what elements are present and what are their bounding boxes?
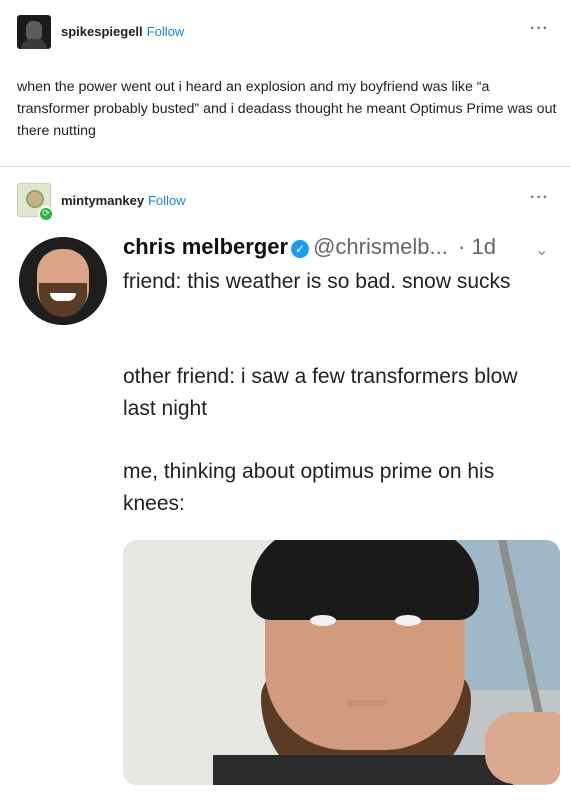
post-body-text: when the power went out i heard an explo… [17, 79, 557, 139]
post-spikespiegell: spikespiegell Follow ··· when the power w… [0, 0, 571, 166]
username[interactable]: mintymankey [61, 193, 144, 208]
photo-hat [251, 540, 479, 620]
photo-eye-right [395, 615, 421, 626]
reblog-icon: ⟳ [38, 206, 54, 222]
tweet-photo [123, 540, 560, 785]
avatar-smile [50, 293, 76, 301]
photo-eye-left [310, 615, 336, 626]
photo-mouth [346, 700, 386, 706]
follow-button[interactable]: Follow [147, 24, 185, 39]
tweet-header: chris melberger ✓ @chrismelb... · 1d [123, 234, 496, 260]
photo-shirt [213, 755, 513, 785]
tweet-avatar [19, 237, 107, 325]
tweet-line-1: friend: this weather is so bad. snow suc… [123, 270, 511, 293]
more-options-icon[interactable]: ··· [530, 20, 549, 38]
tweet-line-2: other friend: i saw a few transformers b… [123, 365, 518, 420]
tweet-author-name: chris melberger [123, 234, 289, 259]
tweet-timestamp: · 1d [458, 234, 496, 259]
follow-button[interactable]: Follow [148, 193, 186, 208]
verified-badge-icon: ✓ [291, 240, 310, 258]
avatar-face [26, 21, 42, 41]
avatar-body [21, 39, 47, 49]
avatar-spikespiegell[interactable] [17, 15, 51, 49]
avatar-image [26, 190, 44, 208]
username[interactable]: spikespiegell [61, 24, 143, 39]
photo-hand [485, 712, 560, 784]
tweet-line-3: me, thinking about optimus prime on his … [123, 460, 495, 515]
post-header: mintymankey Follow [61, 193, 186, 208]
chevron-down-icon: ⌄ [535, 240, 549, 259]
more-options-icon[interactable]: ··· [530, 189, 549, 207]
tweet-handle: @chrismelb... [313, 234, 448, 259]
post-header: spikespiegell Follow [61, 24, 184, 39]
